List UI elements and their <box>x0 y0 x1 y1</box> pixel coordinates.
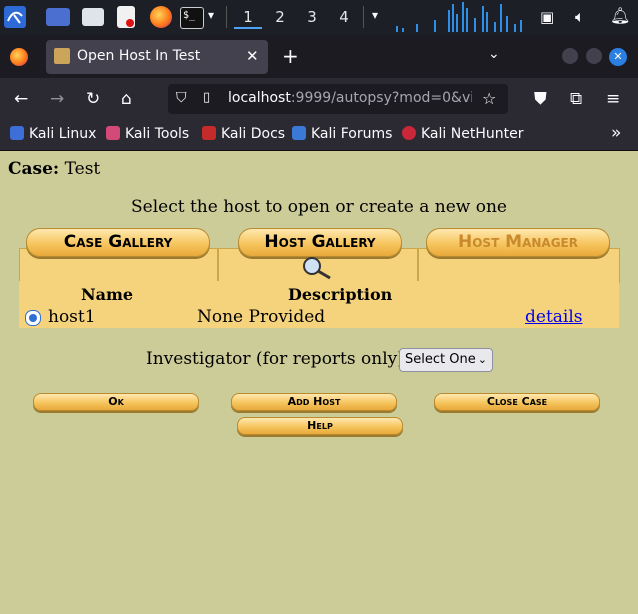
kali-linux-icon <box>10 126 24 140</box>
workspace-1[interactable]: 1 <box>234 7 262 29</box>
bookmark-label: Kali Linux <box>29 126 97 142</box>
cpu-graph <box>394 2 526 32</box>
bookmark-label: Kali Tools <box>125 126 190 142</box>
host-details-link[interactable]: details <box>525 307 583 327</box>
minimize-icon[interactable] <box>562 48 578 64</box>
notification-bell-icon[interactable]: 🔔︎ <box>610 6 630 25</box>
help-button[interactable]: Help <box>237 417 403 435</box>
home-icon[interactable]: ⌂ <box>121 90 132 108</box>
bookmark-star-icon[interactable]: ☆ <box>482 89 496 108</box>
tab-bar: Open Host In Test ✕ + ⌄ ✕ <box>0 34 638 78</box>
bookmark-label: Kali NetHunter <box>421 126 524 142</box>
workspace-2[interactable]: 2 <box>266 7 294 27</box>
kali-tools-icon <box>106 126 120 140</box>
ok-button[interactable]: Ok <box>33 393 199 411</box>
tab-host-gallery[interactable]: Host Gallery <box>238 228 402 257</box>
pocket-icon[interactable]: ⛊ <box>534 90 547 108</box>
close-window-icon[interactable]: ✕ <box>609 48 627 66</box>
bookmark-kali-docs[interactable]: Kali Docs <box>202 126 285 142</box>
bookmarks-bar: Kali Linux Kali Tools Kali Docs Kali For… <box>0 120 638 151</box>
url-host: localhost <box>228 90 291 106</box>
reload-icon[interactable]: ↻ <box>86 90 100 108</box>
page-content <box>0 151 638 614</box>
firefox-icon[interactable] <box>150 6 172 28</box>
kali-nethunter-icon <box>402 126 416 140</box>
chevron-down-icon: ⌄ <box>477 353 487 366</box>
chevron-down-icon[interactable]: ▾ <box>208 8 214 22</box>
bookmark-kali-tools[interactable]: Kali Tools <box>106 126 189 142</box>
new-tab-icon[interactable]: + <box>282 44 299 68</box>
text-editor-icon[interactable] <box>117 6 135 28</box>
bookmark-kali-nethunter[interactable]: Kali NetHunter <box>402 126 523 142</box>
terminal-icon[interactable]: $_ <box>180 7 204 29</box>
workspace-4[interactable]: 4 <box>330 7 358 27</box>
investigator-label: Investigator (for reports only): <box>146 349 410 369</box>
column-header-name: Name <box>81 285 134 304</box>
kali-docs-icon <box>202 126 216 140</box>
investigator-select-value: Select One <box>405 352 476 367</box>
bookmark-kali-linux[interactable]: Kali Linux <box>10 126 96 142</box>
kali-forums-icon <box>292 126 306 140</box>
maximize-icon[interactable] <box>586 48 602 64</box>
taskbar: $_ ▾ 1 2 3 4 ▾ ▣ 🔈︎ 🔔︎ <box>0 0 638 34</box>
case-name: Test <box>64 159 101 179</box>
tab-title: Open Host In Test <box>77 48 201 64</box>
tab-case-gallery[interactable]: Case Gallery <box>26 228 210 257</box>
close-case-button[interactable]: Close Case <box>434 393 600 411</box>
back-icon[interactable]: ← <box>14 90 28 108</box>
add-host-button[interactable]: Add Host <box>231 393 397 411</box>
host-radio-button[interactable] <box>25 310 41 326</box>
host-description: None Provided <box>197 307 326 327</box>
workspace-menu-chevron-icon[interactable]: ▾ <box>372 8 378 22</box>
volume-icon[interactable]: 🔈︎ <box>575 7 585 27</box>
navigation-bar: ← → ↻ ⌂ ⛉ ▯ localhost:9999/autopsy?mod=0… <box>0 78 638 120</box>
bookmark-label: Kali Forums <box>311 126 393 142</box>
forward-icon[interactable]: → <box>50 90 64 108</box>
url-bar[interactable]: ⛉ ▯ localhost:9999/autopsy?mod=0&vie ☆ <box>168 84 508 114</box>
tab-open-host[interactable]: Open Host In Test ✕ <box>46 40 268 74</box>
investigator-select[interactable]: Select One ⌄ <box>399 348 493 372</box>
tab-host-manager: Host Manager <box>426 228 610 257</box>
magnifier-icon <box>300 256 334 284</box>
bookmark-kali-forums[interactable]: Kali Forums <box>292 126 392 142</box>
case-label: Case: <box>8 159 60 179</box>
case-heading: Case: Test <box>8 159 100 179</box>
kali-menu-icon[interactable] <box>4 6 26 28</box>
shield-icon[interactable]: ⛉ <box>176 90 187 106</box>
workspace-3[interactable]: 3 <box>298 7 326 27</box>
desktop-icon[interactable] <box>46 8 70 26</box>
url-path: :9999/autopsy?mod=0&vie <box>290 90 472 106</box>
extensions-icon[interactable]: ⧉ <box>570 90 582 108</box>
file-manager-icon[interactable] <box>82 8 104 26</box>
menu-icon[interactable]: ≡ <box>606 90 620 108</box>
instruction-text: Select the host to open or create a new … <box>130 197 507 217</box>
page-icon[interactable]: ▯ <box>203 90 210 105</box>
screen-icon[interactable]: ▣ <box>540 8 554 26</box>
host-name: host1 <box>48 307 96 327</box>
bookmark-label: Kali Docs <box>221 126 286 142</box>
firefox-view-icon[interactable] <box>10 48 28 66</box>
more-bookmarks-icon[interactable]: » <box>611 123 621 143</box>
close-tab-icon[interactable]: ✕ <box>246 47 259 65</box>
list-all-tabs-icon[interactable]: ⌄ <box>488 46 500 62</box>
autopsy-favicon-icon <box>54 48 70 64</box>
column-header-description: Description <box>288 285 393 304</box>
